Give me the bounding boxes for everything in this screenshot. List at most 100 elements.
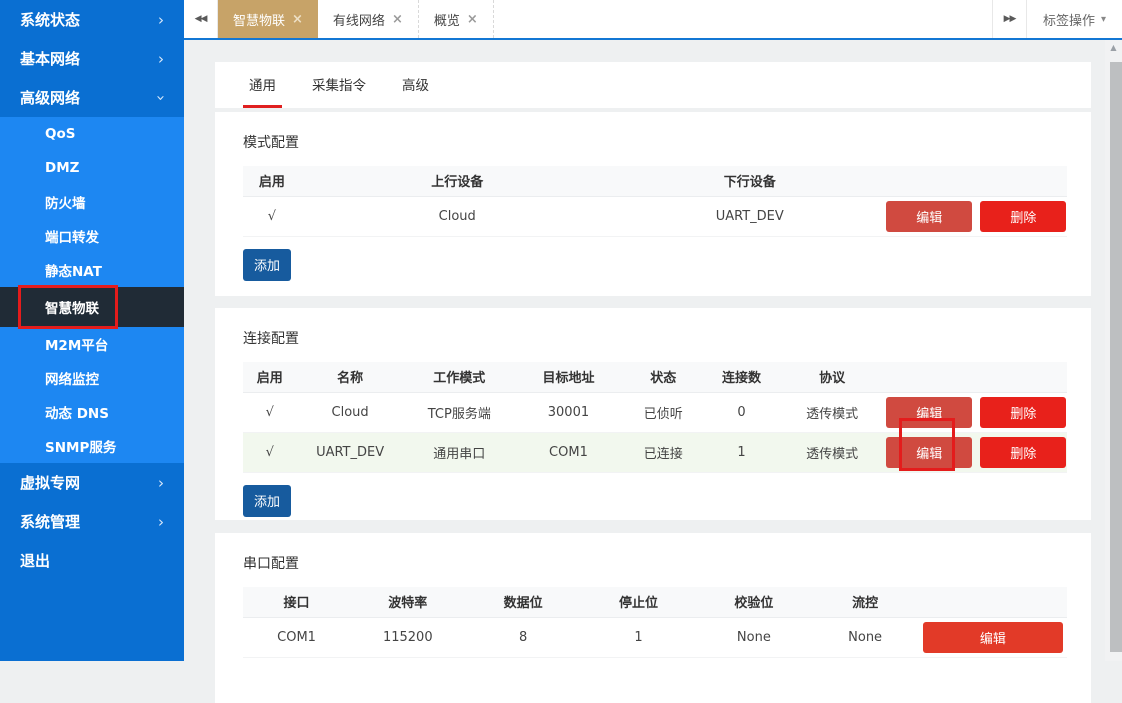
sidebar-item-label: 退出 — [20, 550, 50, 571]
sidebar-item-static-nat[interactable]: 静态NAT — [0, 253, 184, 287]
close-icon[interactable]: × — [392, 12, 403, 27]
serial-config-table: 接口 波特率 数据位 停止位 校验位 流控 COM1 115200 8 1 No… — [243, 587, 1067, 658]
scrollbar-thumb[interactable] — [1110, 62, 1122, 652]
tab-advanced[interactable]: 高级 — [396, 62, 435, 108]
edit-button[interactable]: 编辑 — [923, 622, 1063, 653]
column-header-work-mode: 工作模式 — [404, 362, 515, 392]
window-tab-overview[interactable]: 概览 × — [419, 0, 494, 38]
sidebar-item-smart-iot[interactable]: 智慧物联 — [0, 287, 184, 327]
tab-collection-commands[interactable]: 采集指令 — [306, 62, 372, 108]
cell-name: UART_DEV — [297, 432, 404, 472]
cell-enabled: √ — [243, 196, 301, 236]
column-header-actions — [919, 587, 1067, 617]
column-header-uplink: 上行设备 — [301, 166, 614, 196]
tab-bar-spacer — [494, 0, 992, 38]
scroll-up-arrow-icon[interactable]: ▲ — [1105, 40, 1122, 56]
close-icon[interactable]: × — [292, 12, 303, 27]
content-tabs-panel: 通用 采集指令 高级 — [215, 62, 1091, 108]
sidebar-item-snmp-service[interactable]: SNMP服务 — [0, 429, 184, 463]
connection-config-table: 启用 名称 工作模式 目标地址 状态 连接数 协议 √ Cloud TCP服务端… — [243, 362, 1067, 473]
cell-target-address: COM1 — [515, 432, 622, 472]
column-header-protocol: 协议 — [779, 362, 886, 392]
column-header-flow-control: 流控 — [812, 587, 919, 617]
sidebar-item-m2m-platform[interactable]: M2M平台 — [0, 327, 184, 361]
edit-button[interactable]: 编辑 — [886, 437, 972, 468]
column-header-status: 状态 — [622, 362, 704, 392]
table-row: √ Cloud TCP服务端 30001 已侦听 0 透传模式 编辑 删除 — [243, 392, 1067, 432]
cell-name: Cloud — [297, 392, 404, 432]
delete-button[interactable]: 删除 — [980, 201, 1066, 232]
table-row: √ UART_DEV 通用串口 COM1 已连接 1 透传模式 编辑 删除 — [243, 432, 1067, 472]
cell-actions: 编辑 — [919, 617, 1067, 657]
chevron-right-icon: › — [158, 513, 164, 531]
sidebar-item-system-status[interactable]: 系统状态 › — [0, 0, 184, 39]
sidebar-item-logout[interactable]: 退出 — [0, 541, 184, 580]
sidebar-item-label: 基本网络 — [20, 48, 80, 69]
edit-button[interactable]: 编辑 — [886, 397, 972, 428]
column-header-data-bits: 数据位 — [465, 587, 580, 617]
caret-down-icon: ▾ — [1101, 14, 1106, 25]
sidebar-item-label: 高级网络 — [20, 87, 80, 108]
add-button[interactable]: 添加 — [243, 485, 291, 517]
column-header-enabled: 启用 — [243, 362, 297, 392]
cell-parity: None — [696, 617, 811, 657]
tab-general[interactable]: 通用 — [243, 62, 282, 108]
mode-config-table: 启用 上行设备 下行设备 √ Cloud UART_DEV 编辑 删除 — [243, 166, 1067, 237]
cell-downlink: UART_DEV — [614, 196, 886, 236]
cell-stop-bits: 1 — [581, 617, 696, 657]
double-chevron-right-icon: ▶▶ — [1004, 14, 1016, 24]
column-header-enabled: 启用 — [243, 166, 301, 196]
delete-button[interactable]: 删除 — [980, 397, 1066, 428]
sidebar-item-basic-network[interactable]: 基本网络 › — [0, 39, 184, 78]
column-header-actions — [886, 166, 1067, 196]
advanced-network-submenu: QoS DMZ 防火墙 端口转发 静态NAT 智慧物联 M2M平台 网络监控 动… — [0, 117, 184, 463]
column-header-actions — [886, 362, 1067, 392]
cell-uplink: Cloud — [301, 196, 614, 236]
cell-enabled: √ — [243, 432, 297, 472]
section-title: 模式配置 — [243, 132, 1067, 152]
column-header-baud-rate: 波特率 — [350, 587, 465, 617]
add-button[interactable]: 添加 — [243, 249, 291, 281]
delete-button[interactable]: 删除 — [980, 437, 1066, 468]
chevron-right-icon: › — [158, 474, 164, 492]
sidebar-item-label: 系统状态 — [20, 9, 80, 30]
tab-operations-label: 标签操作 — [1043, 10, 1095, 29]
close-icon[interactable]: × — [467, 12, 478, 27]
sidebar-item-system-management[interactable]: 系统管理 › — [0, 502, 184, 541]
cell-baud-rate: 115200 — [350, 617, 465, 657]
column-header-connection-count: 连接数 — [704, 362, 778, 392]
window-tab-label: 有线网络 — [333, 10, 385, 29]
sidebar-item-dynamic-dns[interactable]: 动态 DNS — [0, 395, 184, 429]
table-row: COM1 115200 8 1 None None 编辑 — [243, 617, 1067, 657]
table-header-row: 启用 上行设备 下行设备 — [243, 166, 1067, 196]
cell-connection-count: 1 — [704, 432, 778, 472]
cell-connection-count: 0 — [704, 392, 778, 432]
sidebar-item-port-forwarding[interactable]: 端口转发 — [0, 219, 184, 253]
table-header-row: 接口 波特率 数据位 停止位 校验位 流控 — [243, 587, 1067, 617]
chevron-down-icon: › — [152, 95, 170, 101]
scroll-tabs-left-button[interactable]: ◀◀ — [184, 0, 218, 38]
sidebar-item-dmz[interactable]: DMZ — [0, 151, 184, 185]
column-header-target-address: 目标地址 — [515, 362, 622, 392]
cell-interface: COM1 — [243, 617, 350, 657]
vertical-scrollbar[interactable]: ▲ — [1105, 40, 1122, 661]
sidebar-item-advanced-network[interactable]: 高级网络 › — [0, 78, 184, 117]
cell-actions: 编辑 删除 — [886, 432, 1067, 472]
window-tab-label: 智慧物联 — [233, 10, 285, 29]
sidebar-item-label: 虚拟专网 — [20, 472, 80, 493]
connection-config-section: 连接配置 启用 名称 工作模式 目标地址 状态 连接数 协议 √ Cloud T… — [215, 308, 1091, 520]
sidebar-item-vpn[interactable]: 虚拟专网 › — [0, 463, 184, 502]
window-tab-wired-network[interactable]: 有线网络 × — [318, 0, 419, 38]
tab-operations-dropdown[interactable]: 标签操作 ▾ — [1026, 0, 1122, 38]
sidebar: 系统状态 › 基本网络 › 高级网络 › QoS DMZ 防火墙 端口转发 静态… — [0, 0, 184, 661]
edit-button[interactable]: 编辑 — [886, 201, 972, 232]
sidebar-item-firewall[interactable]: 防火墙 — [0, 185, 184, 219]
section-title: 串口配置 — [243, 553, 1067, 573]
column-header-stop-bits: 停止位 — [581, 587, 696, 617]
window-tab-smart-iot[interactable]: 智慧物联 × — [218, 0, 318, 38]
scroll-tabs-right-button[interactable]: ▶▶ — [992, 0, 1026, 38]
sidebar-item-network-monitor[interactable]: 网络监控 — [0, 361, 184, 395]
sidebar-item-qos[interactable]: QoS — [0, 117, 184, 151]
double-chevron-left-icon: ◀◀ — [195, 14, 207, 24]
window-tab-label: 概览 — [434, 10, 460, 29]
